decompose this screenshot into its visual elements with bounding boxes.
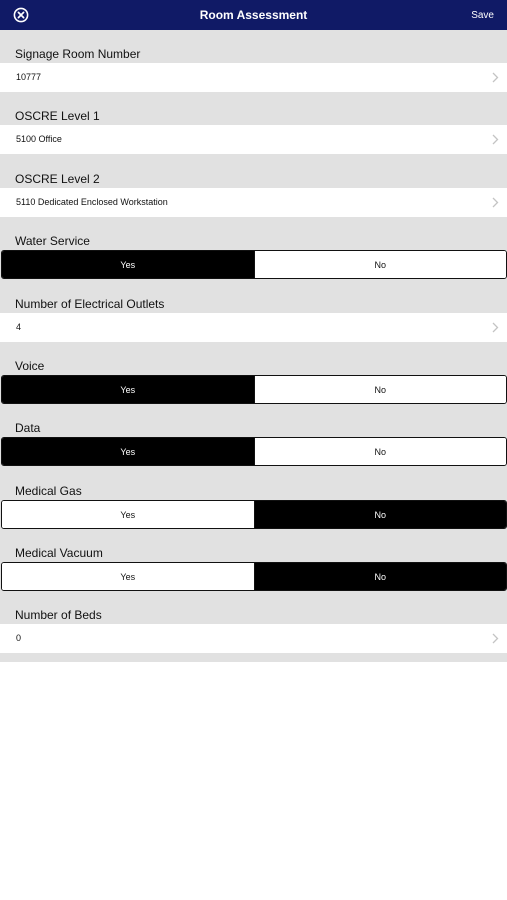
oscre-level-1-row[interactable]: 5100 Office	[0, 125, 507, 154]
medical-gas-segmented-control: Yes No	[1, 500, 507, 529]
water-service-yes-option[interactable]: Yes	[2, 251, 254, 278]
data-yes-option[interactable]: Yes	[2, 438, 254, 465]
medical-gas-label: Medical Gas	[15, 484, 82, 498]
voice-yes-option[interactable]: Yes	[2, 376, 254, 403]
chevron-right-icon	[492, 72, 499, 83]
nav-bar: Room Assessment Save	[0, 0, 507, 30]
chevron-right-icon	[492, 322, 499, 333]
medical-vacuum-no-option[interactable]: No	[253, 563, 506, 590]
electrical-outlets-value: 4	[16, 322, 22, 332]
medical-vacuum-yes-option[interactable]: Yes	[2, 563, 254, 590]
signage-room-number-row[interactable]: 10777	[0, 63, 507, 92]
medical-gas-yes-option[interactable]: Yes	[2, 501, 254, 528]
chevron-right-icon	[492, 633, 499, 644]
medical-vacuum-label: Medical Vacuum	[15, 546, 103, 560]
electrical-outlets-label: Number of Electrical Outlets	[15, 297, 165, 311]
data-segmented-control: Yes No	[1, 437, 507, 466]
electrical-outlets-row[interactable]: 4	[0, 313, 507, 342]
oscre-level-1-value: 5100 Office	[16, 134, 62, 144]
oscre-level-1-label: OSCRE Level 1	[15, 109, 100, 123]
water-service-label: Water Service	[15, 234, 90, 248]
assessment-form: Signage Room Number 10777 OSCRE Level 1 …	[0, 30, 507, 662]
close-icon[interactable]	[12, 6, 30, 24]
data-no-option[interactable]: No	[253, 438, 506, 465]
medical-gas-no-option[interactable]: No	[253, 501, 506, 528]
number-of-beds-value: 0	[16, 633, 22, 643]
data-label: Data	[15, 421, 41, 435]
medical-vacuum-segmented-control: Yes No	[1, 562, 507, 591]
oscre-level-2-value: 5110 Dedicated Enclosed Workstation	[16, 197, 168, 207]
voice-segmented-control: Yes No	[1, 375, 507, 404]
oscre-level-2-label: OSCRE Level 2	[15, 172, 100, 186]
page-title: Room Assessment	[199, 8, 308, 22]
chevron-right-icon	[492, 197, 499, 208]
number-of-beds-row[interactable]: 0	[0, 624, 507, 653]
number-of-beds-label: Number of Beds	[15, 608, 102, 622]
signage-room-number-label: Signage Room Number	[15, 47, 141, 61]
oscre-level-2-row[interactable]: 5110 Dedicated Enclosed Workstation	[0, 188, 507, 217]
water-service-segmented-control: Yes No	[1, 250, 507, 279]
voice-no-option[interactable]: No	[253, 376, 506, 403]
signage-room-number-value: 10777	[16, 72, 42, 82]
save-button[interactable]: Save	[471, 0, 494, 30]
voice-label: Voice	[15, 359, 45, 373]
water-service-no-option[interactable]: No	[253, 251, 506, 278]
chevron-right-icon	[492, 134, 499, 145]
